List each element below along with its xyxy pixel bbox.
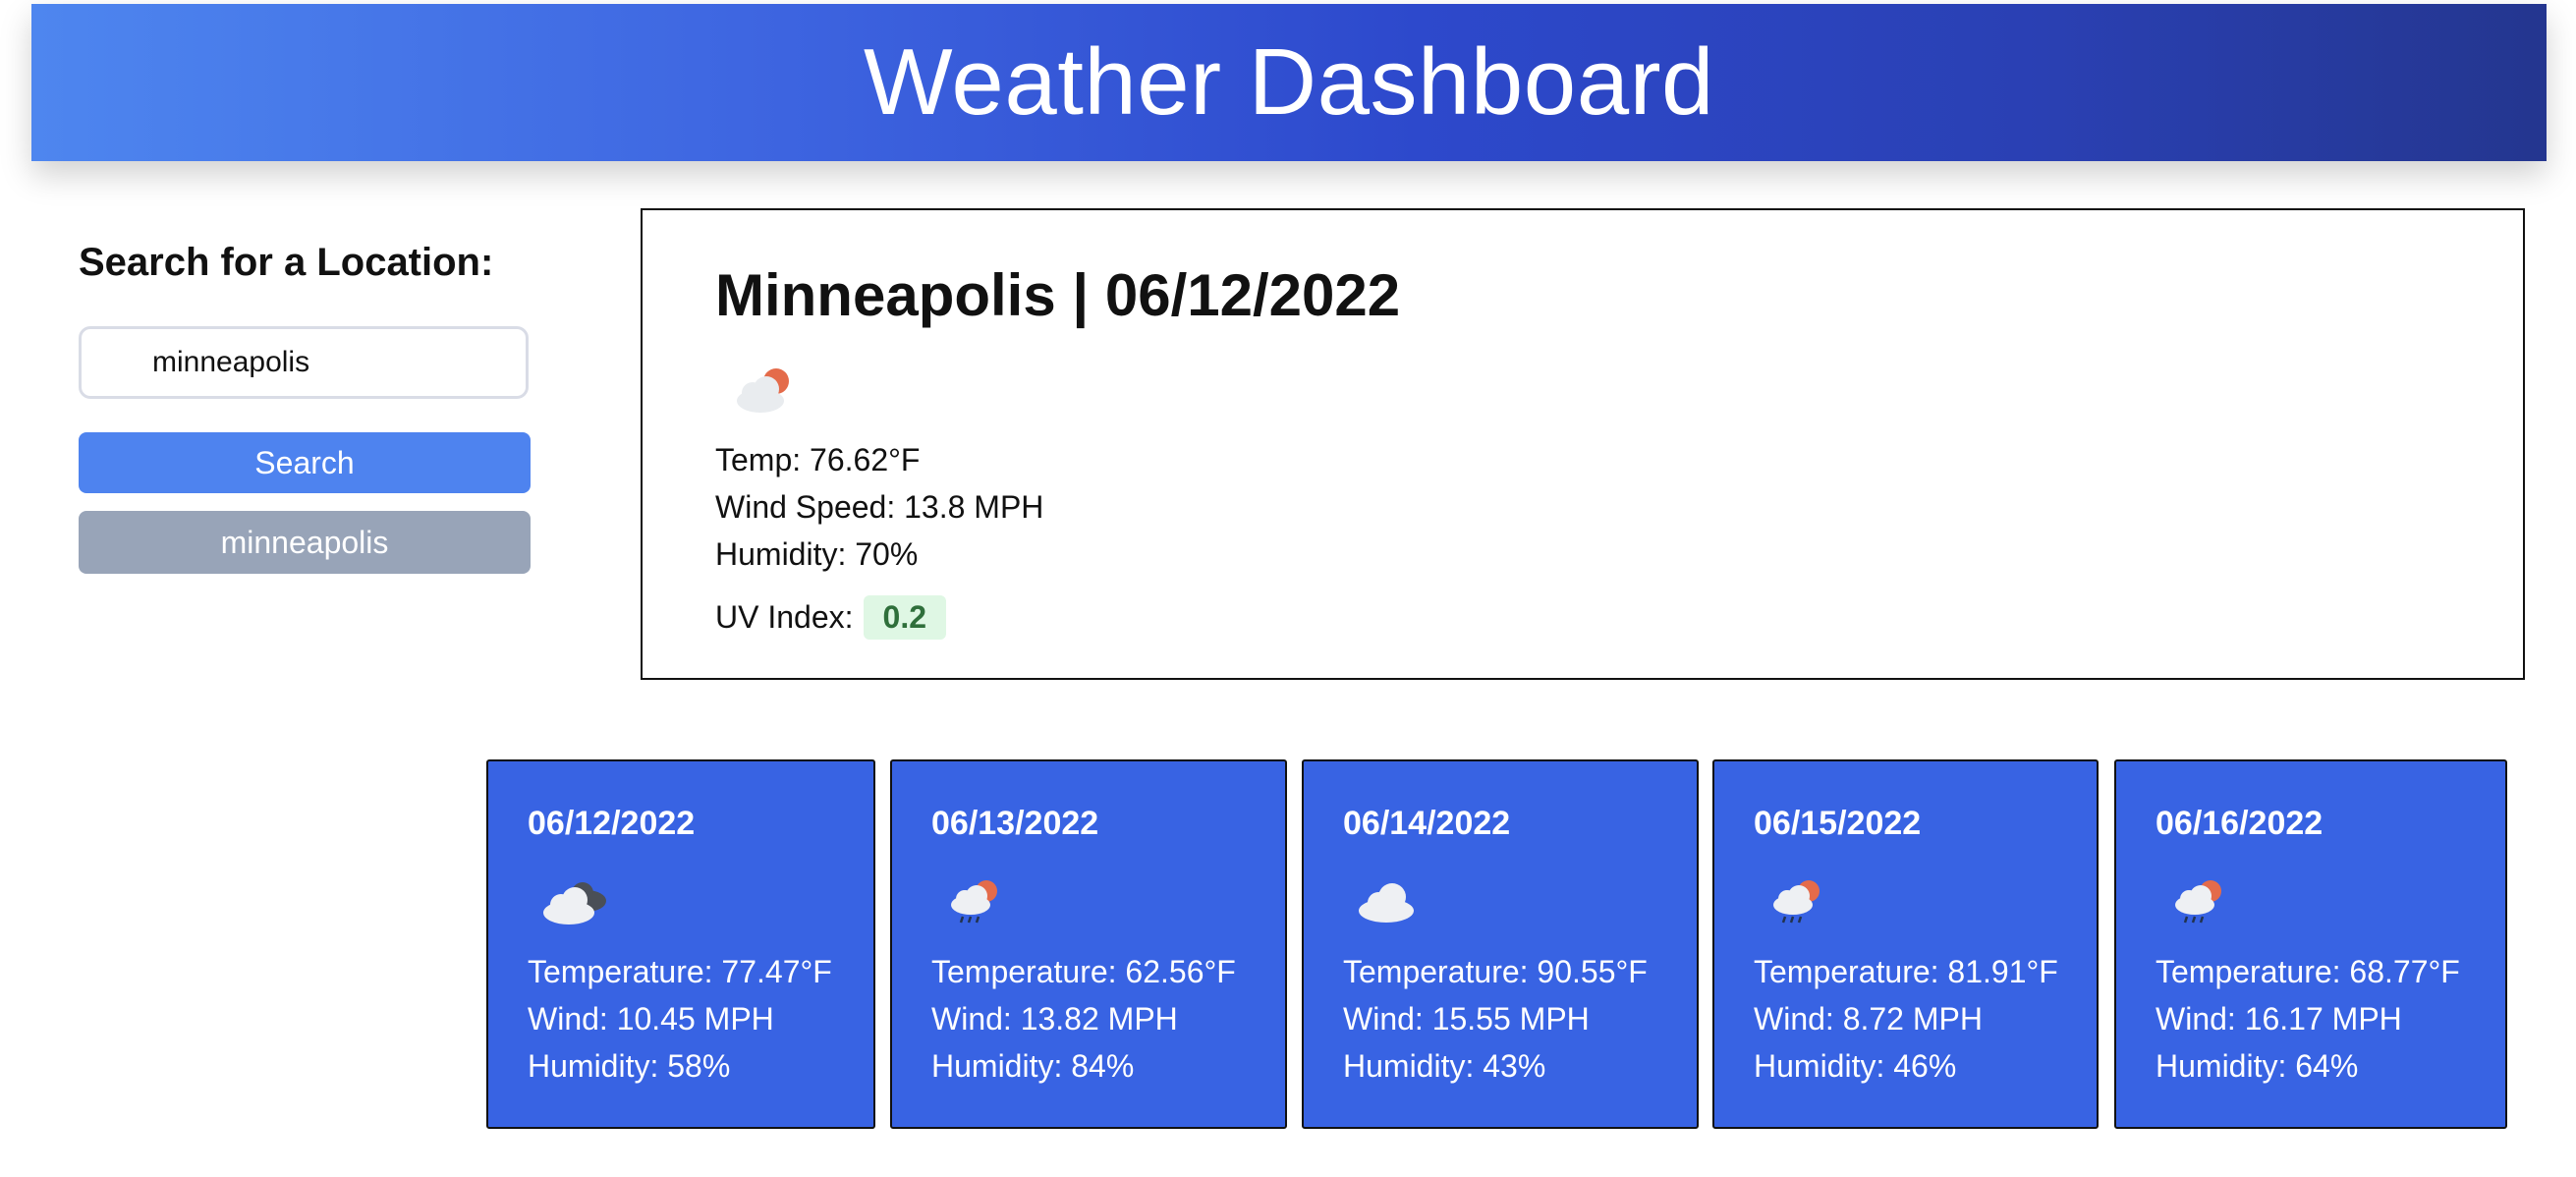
current-city-date: Minneapolis | 06/12/2022 xyxy=(715,262,1401,328)
forecast-wind: Wind: 16.17 MPH xyxy=(2156,1001,2402,1037)
forecast-wind: Wind: 8.72 MPH xyxy=(1754,1001,1983,1037)
forecast-humidity: Humidity: 43% xyxy=(1343,1048,1546,1084)
forecast-date: 06/13/2022 xyxy=(931,805,1099,842)
sun-rain-icon xyxy=(1773,880,1820,924)
forecast-humidity: Humidity: 64% xyxy=(2156,1048,2359,1084)
forecast-humidity: Humidity: 84% xyxy=(931,1048,1135,1084)
forecast-card: 06/16/2022 Temperature: 68.77°F Wind: 16… xyxy=(2114,759,2507,1129)
forecast-date: 06/16/2022 xyxy=(2156,805,2324,842)
forecast-wind: Wind: 15.55 MPH xyxy=(1343,1001,1590,1037)
forecast-wind: Wind: 13.82 MPH xyxy=(931,1001,1178,1037)
sun-behind-cloud-icon xyxy=(737,368,789,413)
search-button[interactable]: Search xyxy=(79,432,531,493)
broken-clouds-icon xyxy=(543,882,606,925)
uv-badge: 0.2 xyxy=(863,595,946,640)
current-humidity: Humidity: 70% xyxy=(715,536,919,572)
current-wind: Wind Speed: 13.8 MPH xyxy=(715,489,1044,525)
cloud-icon xyxy=(1359,883,1414,923)
forecast-card: 06/12/2022 Temperature: 77.47°F Wind: 10… xyxy=(486,759,875,1129)
forecast-temp: Temperature: 68.77°F xyxy=(2156,954,2460,989)
forecast-temp: Temperature: 77.47°F xyxy=(528,954,832,989)
page-title: Weather Dashboard xyxy=(864,29,1714,135)
forecast-date: 06/14/2022 xyxy=(1343,805,1511,842)
forecast-wind: Wind: 10.45 MPH xyxy=(528,1001,774,1037)
sun-rain-icon xyxy=(2175,880,2221,924)
sun-rain-icon xyxy=(951,880,997,924)
forecast-card: 06/14/2022 Temperature: 90.55°F Wind: 15… xyxy=(1302,759,1699,1129)
page: Weather Dashboard Search for a Location:… xyxy=(0,0,2576,1177)
uv-label: UV Index: xyxy=(715,599,854,635)
forecast-temp: Temperature: 62.56°F xyxy=(931,954,1236,989)
forecast-humidity: Humidity: 58% xyxy=(528,1048,731,1084)
uv-index-row: UV Index: 0.2 xyxy=(715,595,946,640)
forecast-temp: Temperature: 81.91°F xyxy=(1754,954,2058,989)
forecast-date: 06/15/2022 xyxy=(1754,805,1922,842)
current-temp: Temp: 76.62°F xyxy=(715,442,921,477)
forecast-date: 06/12/2022 xyxy=(528,805,696,842)
forecast-card: 06/15/2022 Temperature: 81.91°F Wind: 8.… xyxy=(1712,759,2099,1129)
forecast-card: 06/13/2022 Temperature: 62.56°F Wind: 13… xyxy=(890,759,1287,1129)
header-banner: Weather Dashboard xyxy=(31,4,2547,161)
search-label: Search for a Location: xyxy=(79,241,494,284)
search-input[interactable] xyxy=(79,326,529,399)
forecast-humidity: Humidity: 46% xyxy=(1754,1048,1957,1084)
history-button-minneapolis[interactable]: minneapolis xyxy=(79,511,531,574)
forecast-temp: Temperature: 90.55°F xyxy=(1343,954,1648,989)
current-weather-panel: Minneapolis | 06/12/2022 Temp: 76.62°F W… xyxy=(641,208,2525,680)
